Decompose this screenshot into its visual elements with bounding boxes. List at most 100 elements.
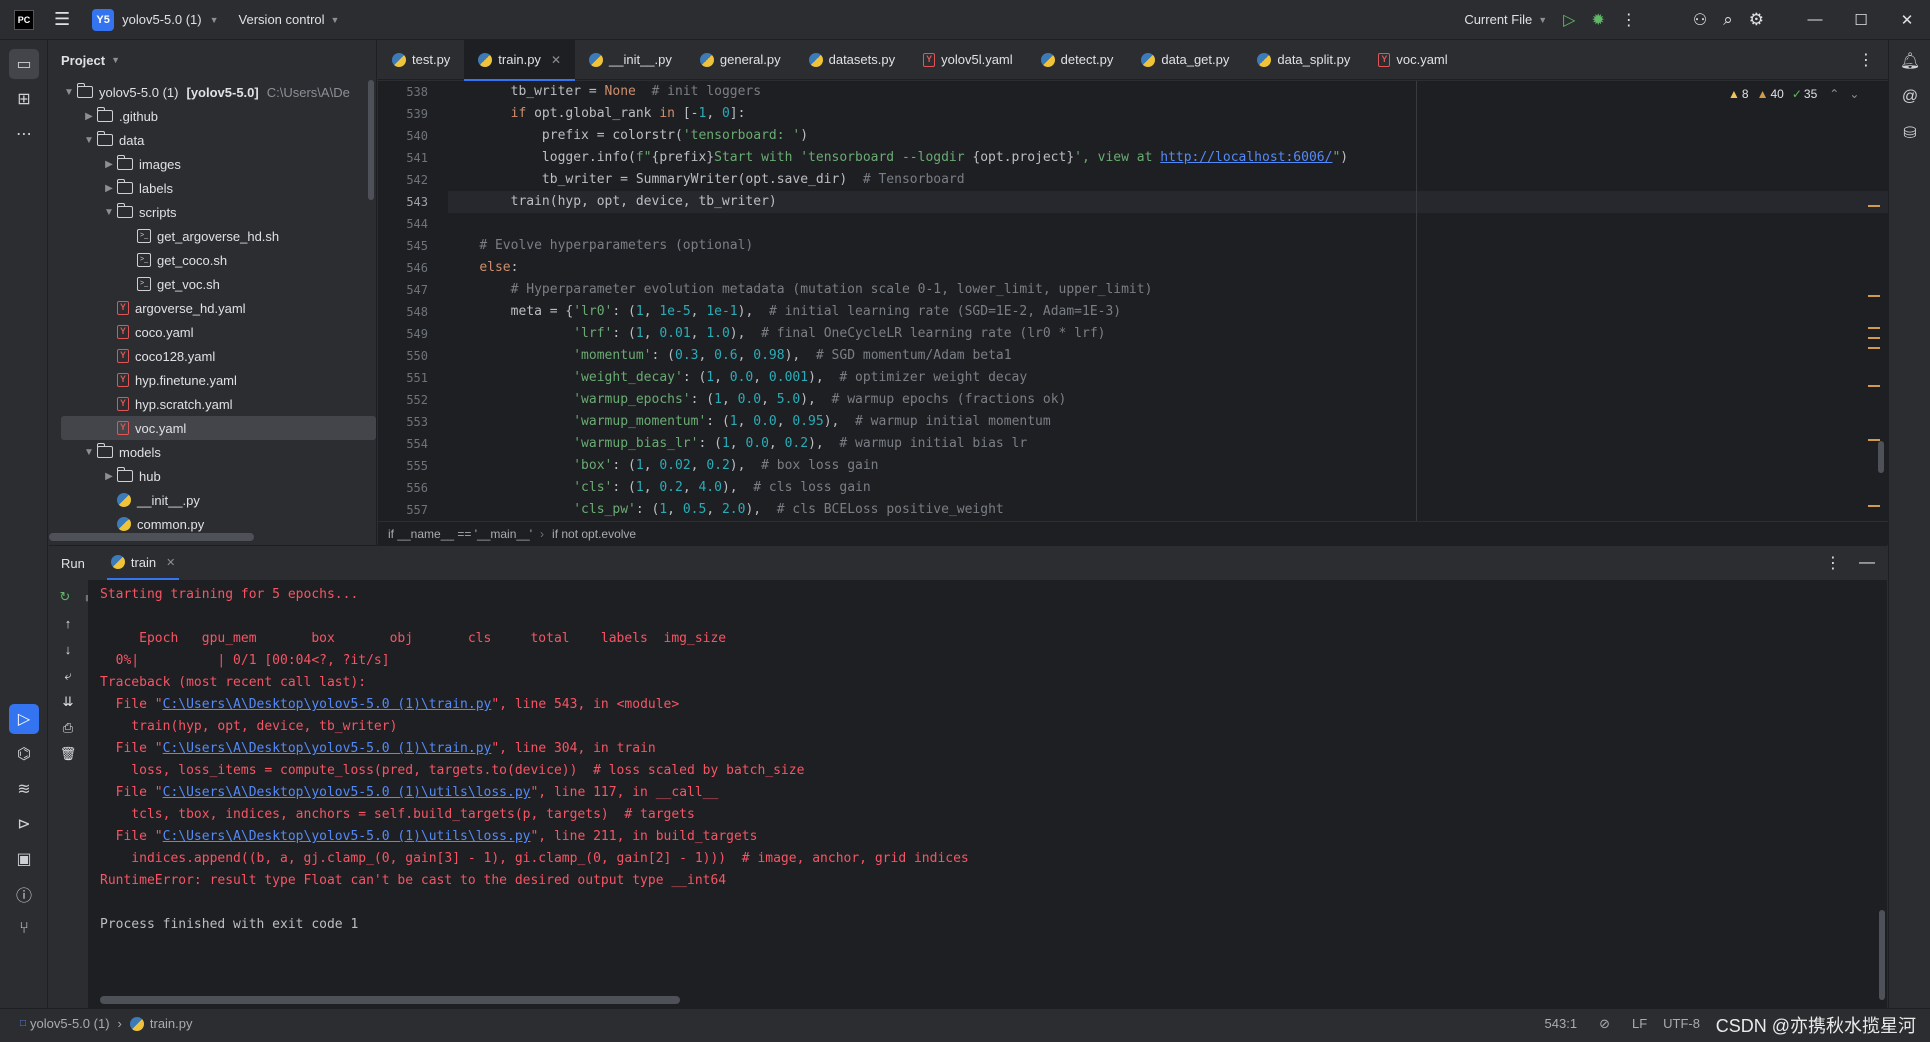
close-icon[interactable]: ✕	[166, 556, 175, 569]
tree-item[interactable]: Ycoco.yaml	[61, 320, 376, 344]
console-file-link[interactable]: C:\Users\A\Desktop\yolov5-5.0 (1)\train.…	[163, 741, 492, 756]
tree-item[interactable]: >_ get_coco.sh	[61, 248, 376, 272]
arrow-down-icon[interactable]: ↓	[49, 642, 87, 668]
hide-panel-icon[interactable]: —	[1859, 554, 1875, 572]
code-line[interactable]: prefix = colorstr('tensorboard: ')	[448, 125, 1888, 147]
breadcrumb-item[interactable]: if __name__ == '__main__'	[388, 527, 532, 541]
line-number[interactable]: 542	[378, 169, 448, 191]
settings-button[interactable]: ⚙	[1741, 6, 1772, 34]
code-line[interactable]: train(hyp, opt, device, tb_writer)	[448, 191, 1888, 213]
console-file-link[interactable]: C:\Users\A\Desktop\yolov5-5.0 (1)\utils\…	[163, 829, 531, 844]
status-project[interactable]: yolov5-5.0 (1)	[30, 1016, 109, 1031]
close-tab-icon[interactable]: ✕	[551, 53, 561, 67]
database-button[interactable]: ⛁	[1895, 118, 1925, 148]
status-file[interactable]: train.py	[150, 1016, 193, 1031]
line-number[interactable]: 551	[378, 367, 448, 389]
debug-button[interactable]: ✹	[1583, 6, 1612, 34]
editor-tab[interactable]: test.py	[378, 40, 464, 80]
python-console-button[interactable]: ⌬	[9, 739, 39, 769]
tree-item[interactable]: ▶ hub	[61, 464, 376, 488]
editor-tab[interactable]: train.py ✕	[464, 39, 575, 81]
line-number[interactable]: 543	[378, 191, 448, 213]
line-number[interactable]: 547	[378, 279, 448, 301]
chevron-right-icon[interactable]: ▶	[101, 159, 117, 170]
scroll-to-end-icon[interactable]: ⇊	[49, 694, 87, 720]
power-save-icon[interactable]: ⊘	[1599, 1016, 1610, 1032]
chevron-up-icon[interactable]: ⌃	[1829, 87, 1839, 101]
editor-scrollbar[interactable]	[1878, 441, 1884, 473]
editor-tab[interactable]: Yyolov5l.yaml	[909, 40, 1027, 80]
line-number[interactable]: 553	[378, 411, 448, 433]
maximize-button[interactable]: ☐	[1838, 0, 1884, 40]
chevron-down-icon[interactable]: ▼	[81, 135, 97, 146]
search-everywhere-button[interactable]: ⌕	[1715, 6, 1741, 34]
tree-item[interactable]: ▼ scripts	[61, 200, 376, 224]
line-number[interactable]: 538	[378, 81, 448, 103]
line-number[interactable]: 540	[378, 125, 448, 147]
chevron-down-icon[interactable]: ⌄	[1849, 87, 1859, 101]
editor-tab[interactable]: __init__.py	[575, 40, 686, 80]
soft-wrap-icon[interactable]: ⤶	[49, 668, 87, 694]
terminal-button[interactable]: ▣	[9, 844, 39, 874]
vertical-scrollbar[interactable]	[368, 80, 374, 200]
code-line[interactable]: 'weight_decay': (1, 0.0, 0.001), # optim…	[448, 367, 1888, 389]
code-line[interactable]: # Evolve hyperparameters (optional)	[448, 235, 1888, 257]
error-stripe-mark[interactable]	[1868, 205, 1880, 207]
console-file-link[interactable]: C:\Users\A\Desktop\yolov5-5.0 (1)\utils\…	[163, 785, 531, 800]
close-window-button[interactable]: ✕	[1884, 0, 1930, 40]
notifications-button[interactable]: 🔔︎	[1895, 46, 1925, 76]
rerun-icon[interactable]: ↻	[53, 589, 77, 605]
tree-item[interactable]: >_ get_argoverse_hd.sh	[61, 224, 376, 248]
line-number[interactable]: 554	[378, 433, 448, 455]
run-config-selector[interactable]: Current File ▼	[1456, 6, 1555, 34]
line-number[interactable]: 541	[378, 147, 448, 169]
more-icon[interactable]: ⋮	[1825, 553, 1841, 573]
code-line[interactable]: 'momentum': (0.3, 0.6, 0.98), # SGD mome…	[448, 345, 1888, 367]
tree-root[interactable]: ▼ yolov5-5.0 (1) [yolov5-5.0] C:\Users\A…	[61, 80, 376, 104]
editor-tab[interactable]: general.py	[686, 40, 795, 80]
error-stripe-mark[interactable]	[1868, 505, 1880, 507]
arrow-up-icon[interactable]: ↑	[49, 616, 87, 642]
code-line[interactable]: tb_writer = None # init loggers	[448, 81, 1888, 103]
code-line[interactable]: 'box': (1, 0.02, 0.2), # box loss gain	[448, 455, 1888, 477]
python-packages-button[interactable]: ≋	[9, 774, 39, 804]
chevron-right-icon[interactable]: ▶	[81, 111, 97, 122]
line-separator[interactable]: LF	[1632, 1016, 1647, 1031]
more-actions-button[interactable]: ⋮	[1613, 6, 1645, 34]
line-number[interactable]: 544	[378, 213, 448, 235]
tree-item[interactable]: Yhyp.finetune.yaml	[61, 368, 376, 392]
code-line[interactable]: tb_writer = SummaryWriter(opt.save_dir) …	[448, 169, 1888, 191]
chevron-right-icon[interactable]: ▶	[101, 183, 117, 194]
inspection-widget[interactable]: ▲ 8 ▲ 40 ✓ 35 ⌃ ⌄	[1728, 87, 1859, 101]
project-panel-header[interactable]: Project ▼	[49, 40, 376, 80]
code-line[interactable]: if opt.global_rank in [-1, 0]:	[448, 103, 1888, 125]
editor-tab[interactable]: detect.py	[1027, 40, 1128, 80]
console-file-link[interactable]: C:\Users\A\Desktop\yolov5-5.0 (1)\train.…	[163, 697, 492, 712]
code-area[interactable]: tb_writer = None # init loggers if opt.g…	[448, 81, 1888, 521]
code-line[interactable]: 'warmup_momentum': (1, 0.0, 0.95), # war…	[448, 411, 1888, 433]
tree-item[interactable]: Yargoverse_hd.yaml	[61, 296, 376, 320]
line-number[interactable]: 549	[378, 323, 448, 345]
minimize-button[interactable]: —	[1792, 0, 1838, 40]
console-output[interactable]: Starting training for 5 epochs... Epoch …	[88, 580, 1887, 1008]
project-switcher[interactable]: Y5 yolov5-5.0 (1) ▼	[84, 6, 226, 34]
code-line[interactable]: 'cls_pw': (1, 0.5, 2.0), # cls BCELoss p…	[448, 499, 1888, 521]
tree-item[interactable]: ▶ labels	[61, 176, 376, 200]
error-stripe-mark[interactable]	[1868, 347, 1880, 349]
code-editor[interactable]: 538 539 540 541 542 543 544 545 546 547 548 549 550 5…	[378, 81, 1888, 521]
tabs-more-button[interactable]: ⋮	[1844, 50, 1888, 70]
tree-item[interactable]: Ycoco128.yaml	[61, 344, 376, 368]
main-menu-button[interactable]: ☰	[46, 6, 78, 34]
code-with-me-button[interactable]: ⚇	[1685, 6, 1715, 34]
run-tool-button[interactable]: ▷	[9, 704, 39, 734]
error-stripe-mark[interactable]	[1868, 337, 1880, 339]
editor-tab[interactable]: Yvoc.yaml	[1364, 40, 1461, 80]
breadcrumb-item[interactable]: if not opt.evolve	[552, 527, 636, 541]
error-stripe-mark[interactable]	[1868, 295, 1880, 297]
chevron-right-icon[interactable]: ▶	[101, 471, 117, 482]
line-number[interactable]: 546	[378, 257, 448, 279]
vcs-menu[interactable]: Version control ▼	[231, 6, 348, 34]
line-number[interactable]: 556	[378, 477, 448, 499]
file-encoding[interactable]: UTF-8	[1663, 1016, 1700, 1031]
project-tool-button[interactable]: ▭	[9, 49, 39, 79]
